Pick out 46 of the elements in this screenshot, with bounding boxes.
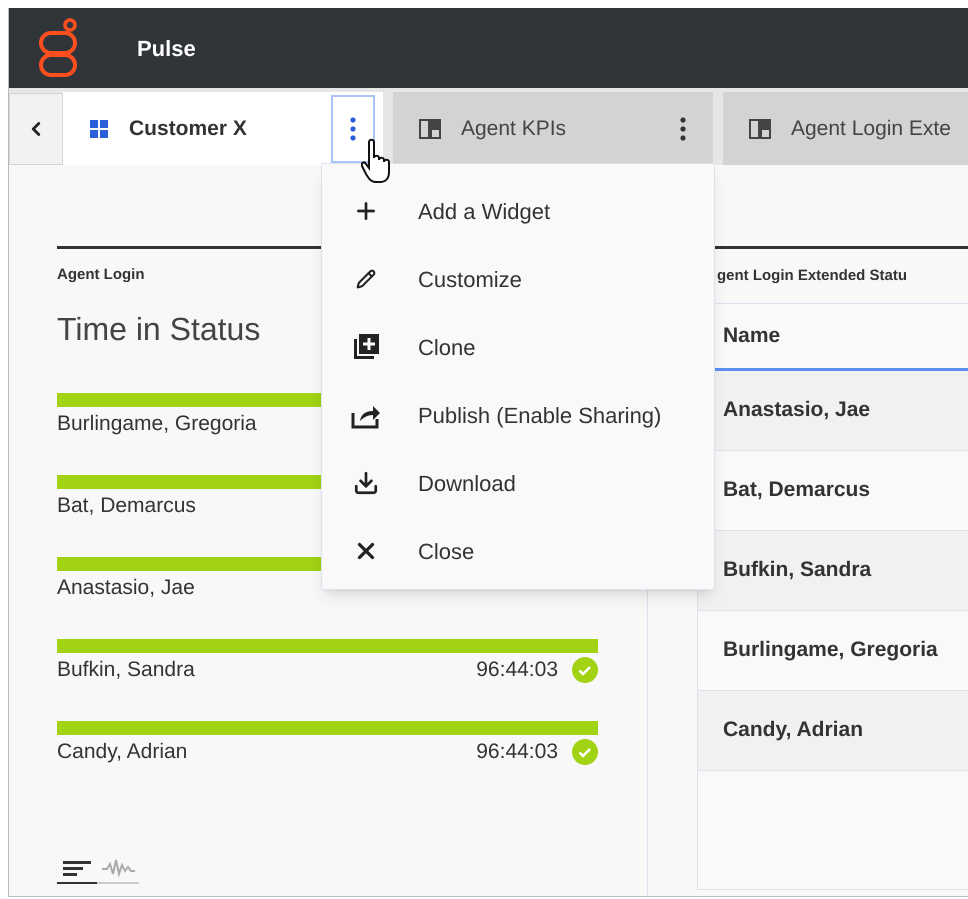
pencil-icon <box>356 269 376 289</box>
dashboard-tab[interactable]: Agent KPIs <box>393 92 713 165</box>
status-time: 96:44:03 <box>476 656 558 683</box>
waveform-icon <box>101 858 135 878</box>
tab-label: Agent KPIs <box>461 116 566 142</box>
table-cell-text: Bufkin, Sandra <box>723 557 872 584</box>
table-cell-text: Bat, Demarcus <box>723 477 870 504</box>
agent-name: Candy, Adrian <box>57 738 188 765</box>
app-title: Pulse <box>137 34 196 62</box>
menu-item-label: Add a Widget <box>418 198 550 226</box>
tab-label: Agent Login Exte <box>791 116 951 142</box>
table-cell-text: Candy, Adrian <box>723 717 864 744</box>
menu-item[interactable]: Customize <box>322 245 714 313</box>
column-header: Name <box>723 322 780 349</box>
widget-header: Agent Login <box>57 265 144 285</box>
menu-item-label: Close <box>418 538 474 566</box>
grid-icon <box>89 118 109 138</box>
widget-title: Time in Status <box>57 310 260 348</box>
table-cell-text: Burlingame, Gregoria <box>723 637 938 664</box>
menu-item-label: Publish (Enable Sharing) <box>418 402 662 430</box>
dashboard-icon <box>749 118 771 138</box>
agent-name: Bat, Demarcus <box>57 492 196 519</box>
menu-item-label: Download <box>418 470 516 498</box>
vertical-dots-icon <box>680 116 686 140</box>
dashboard-tab[interactable]: Agent Login Exte <box>723 92 968 165</box>
menu-item-label: Customize <box>418 266 522 294</box>
tab-label: Customer X <box>129 116 247 142</box>
agent-name: Bufkin, Sandra <box>57 656 195 683</box>
vertical-dots-icon <box>350 116 356 140</box>
menu-item[interactable]: Close <box>322 517 714 585</box>
more-options-button[interactable] <box>331 94 375 162</box>
table-cell-text: Anastasio, Jae <box>723 397 870 424</box>
dashboard-tab[interactable]: Customer X <box>63 92 383 165</box>
status-time: 96:44:03 <box>476 738 558 765</box>
dashboard-icon <box>419 118 441 138</box>
download-icon <box>353 470 379 496</box>
bar-list-icon <box>61 858 93 878</box>
menu-item-label: Clone <box>418 334 476 362</box>
menu-item[interactable]: Add a Widget <box>322 177 714 245</box>
widget-header: gent Login Extended Statu <box>717 266 907 286</box>
agent-name: Anastasio, Jae <box>57 574 195 601</box>
menu-item[interactable]: Clone <box>322 313 714 381</box>
menu-item[interactable]: Publish (Enable Sharing) <box>322 381 714 449</box>
clone-icon <box>352 333 380 361</box>
menu-item[interactable]: Download <box>322 449 714 517</box>
agent-name: Burlingame, Gregoria <box>57 410 257 437</box>
